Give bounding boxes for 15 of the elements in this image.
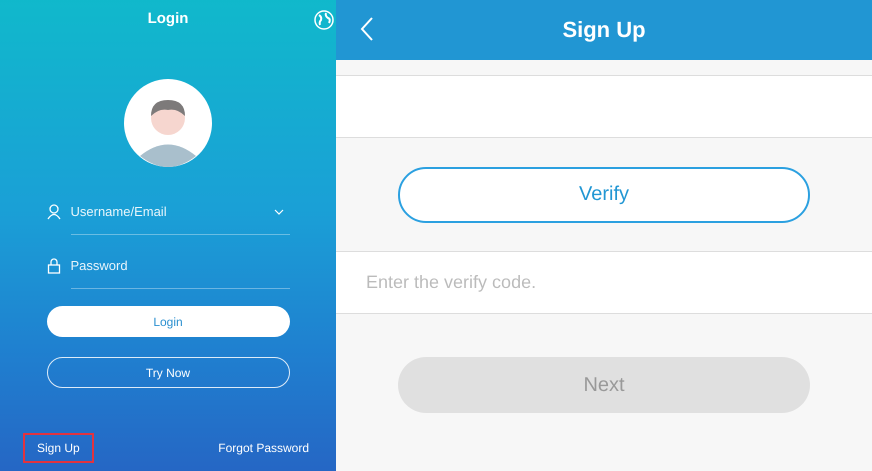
verify-code-field[interactable]: Enter the verify code.: [336, 251, 872, 314]
screen-title: Sign Up: [562, 17, 646, 43]
back-icon[interactable]: [360, 16, 374, 42]
lock-icon: [46, 258, 60, 274]
password-field[interactable]: Password: [70, 258, 240, 273]
globe-icon[interactable]: [314, 10, 334, 30]
forgot-password-link[interactable]: Forgot Password: [204, 433, 323, 463]
user-icon: [46, 204, 60, 220]
chevron-down-icon[interactable]: [274, 208, 284, 214]
username-field[interactable]: Username/Email: [70, 204, 240, 219]
login-button[interactable]: Login: [46, 306, 290, 337]
sign-up-link[interactable]: Sign Up: [23, 433, 94, 463]
try-now-button[interactable]: Try Now: [46, 357, 290, 388]
verify-button[interactable]: Verify: [398, 166, 810, 222]
screen-title: Login: [148, 10, 188, 29]
